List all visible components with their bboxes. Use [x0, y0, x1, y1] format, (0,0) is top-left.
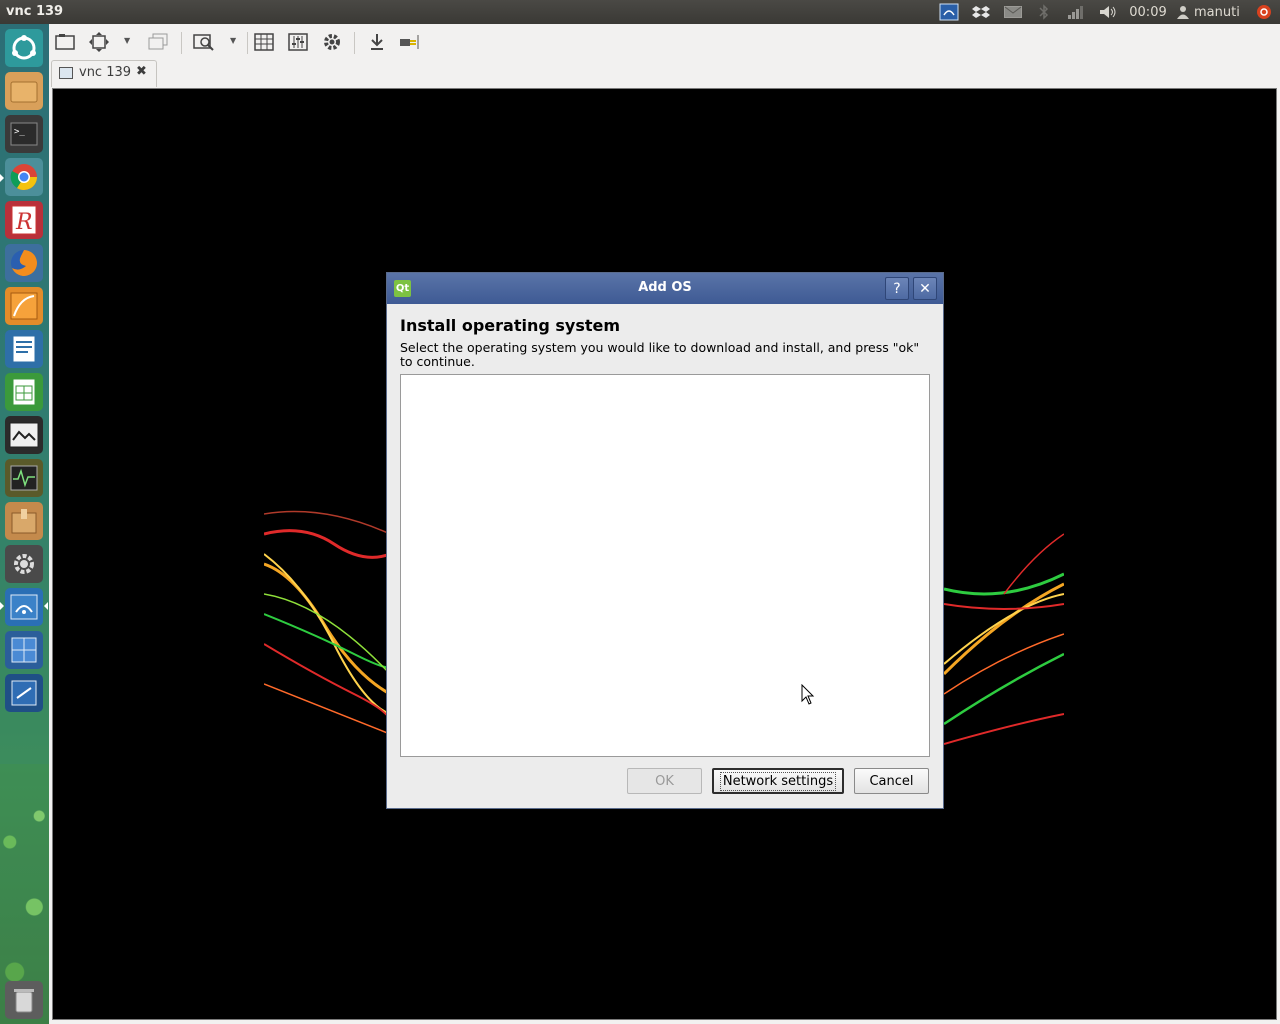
launcher-running-indicator — [0, 602, 4, 610]
active-app-title: vnc 139 — [6, 4, 64, 19]
rstudio-icon[interactable]: R — [5, 201, 43, 239]
remote-desktop-view[interactable]: Qt Add OS ? ✕ Install operating system S… — [52, 88, 1277, 1020]
screen-icon[interactable] — [53, 30, 77, 54]
power-icon[interactable] — [1254, 3, 1274, 21]
settings-icon[interactable] — [320, 30, 344, 54]
grid-icon[interactable] — [252, 30, 276, 54]
user-name[interactable]: manuti — [1194, 3, 1244, 21]
launcher: >_ R — [0, 24, 49, 1024]
chrome-icon[interactable] — [5, 158, 43, 196]
launcher-focused-indicator — [44, 602, 48, 610]
network-settings-label: Network settings — [719, 771, 837, 791]
writer-icon[interactable] — [5, 330, 43, 368]
remmina-icon[interactable] — [5, 588, 43, 626]
toolbar-separator — [247, 32, 248, 54]
wallpaper-streaks-left — [264, 510, 390, 735]
volume-icon[interactable] — [1097, 3, 1119, 21]
launcher-running-indicator — [0, 174, 4, 182]
fit-dropdown-icon[interactable]: ▼ — [124, 36, 132, 48]
mouse-cursor-icon — [801, 684, 815, 705]
toolbar: ▼ ▼ — [49, 24, 1280, 60]
user-icon — [1176, 3, 1190, 21]
system-monitor-icon[interactable] — [5, 459, 43, 497]
fit-window-icon[interactable] — [87, 30, 111, 54]
tab-label: vnc 139 — [79, 65, 132, 80]
network-signal-icon[interactable] — [1066, 3, 1086, 21]
sketch-icon[interactable] — [5, 287, 43, 325]
ok-button[interactable]: OK — [627, 768, 702, 794]
toolbar-separator — [181, 32, 182, 54]
bluetooth-icon[interactable] — [1036, 3, 1052, 21]
package-icon[interactable] — [5, 502, 43, 540]
trash-icon[interactable] — [5, 981, 43, 1019]
preferences-icon[interactable] — [286, 30, 310, 54]
screen-tab-icon — [59, 67, 73, 79]
top-panel: vnc 139 00:09 manuti — [0, 0, 1280, 24]
close-tab-icon[interactable]: ✖ — [136, 64, 147, 79]
network-settings-button[interactable]: Network settings — [712, 768, 844, 794]
tab-bar: vnc 139 ✖ — [49, 60, 1280, 87]
zoom-dropdown-icon[interactable]: ▼ — [230, 36, 238, 48]
download-icon[interactable] — [365, 30, 389, 54]
dropbox-icon[interactable] — [970, 3, 992, 21]
vnc-client-window: ▼ ▼ vnc 139 ✖ Qt Add OS ? ✕ Install oper… — [49, 24, 1280, 1024]
window-icon[interactable] — [146, 30, 170, 54]
dialog-description: Select the operating system you would li… — [400, 340, 920, 369]
window-manager-icon[interactable] — [5, 631, 43, 669]
terminal-icon[interactable]: >_ — [5, 115, 43, 153]
cancel-button[interactable]: Cancel — [854, 768, 929, 794]
mail-icon[interactable] — [1003, 3, 1023, 21]
toolbar-separator — [354, 32, 355, 54]
close-button[interactable]: ✕ — [913, 277, 937, 300]
tab-vnc-139[interactable]: vnc 139 ✖ — [51, 60, 157, 87]
svg-text:>_: >_ — [14, 127, 25, 137]
settings-icon[interactable] — [5, 545, 43, 583]
screenshot-icon[interactable] — [5, 674, 43, 712]
dialog-heading: Install operating system — [400, 316, 621, 335]
os-list[interactable] — [400, 374, 930, 757]
add-os-dialog: Qt Add OS ? ✕ Install operating system S… — [386, 272, 944, 809]
dialog-titlebar[interactable]: Qt Add OS ? ✕ — [387, 273, 943, 304]
help-button[interactable]: ? — [885, 277, 909, 300]
dash-home-icon[interactable] — [5, 29, 43, 67]
files-icon[interactable] — [5, 72, 43, 110]
video-editor-icon[interactable] — [5, 416, 43, 454]
remote-desktop-icon[interactable] — [938, 3, 960, 21]
zoom-icon[interactable] — [192, 30, 216, 54]
disconnect-icon[interactable] — [397, 30, 421, 54]
wallpaper-streaks-right — [944, 533, 1064, 745]
svg-text:R: R — [15, 210, 33, 235]
dialog-title: Add OS — [638, 280, 692, 295]
firefox-icon[interactable] — [5, 244, 43, 282]
clock[interactable]: 00:09 — [1128, 3, 1168, 21]
calc-icon[interactable] — [5, 373, 43, 411]
